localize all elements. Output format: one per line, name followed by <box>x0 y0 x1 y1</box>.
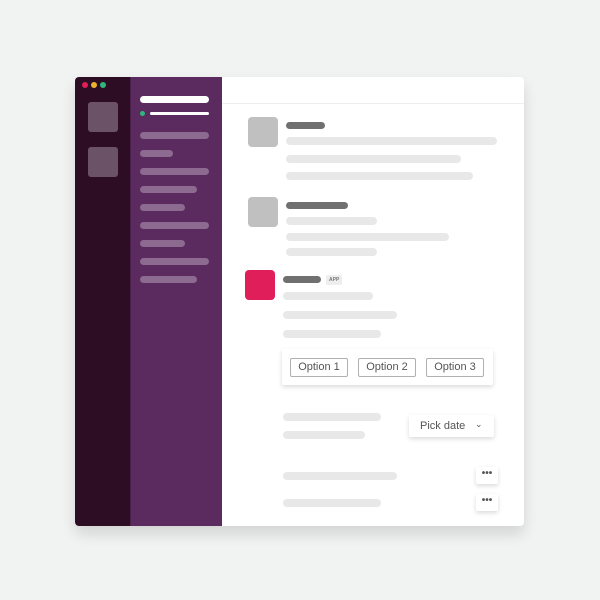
app-badge: APP <box>326 275 343 285</box>
workspace-rail <box>75 77 130 526</box>
more-actions-button[interactable]: ••• <box>476 494 498 511</box>
minimize-button[interactable] <box>91 82 97 88</box>
sidebar-item[interactable] <box>140 240 185 247</box>
option-3-button[interactable]: Option 3 <box>426 358 484 377</box>
sidebar-item[interactable] <box>140 186 197 193</box>
message-line <box>283 472 397 480</box>
message-line <box>286 155 461 163</box>
header-divider <box>222 103 524 104</box>
sidebar-item[interactable] <box>140 132 209 139</box>
message-line <box>283 413 381 421</box>
options-block: Option 1 Option 2 Option 3 <box>282 349 493 385</box>
message-line <box>286 248 377 256</box>
option-1-button[interactable]: Option 1 <box>290 358 348 377</box>
sidebar-item[interactable] <box>140 168 209 175</box>
sidebar-item[interactable] <box>140 222 209 229</box>
message-line <box>286 172 473 180</box>
workspace-icon[interactable] <box>88 102 118 132</box>
chevron-down-icon: ⌄ <box>475 419 483 429</box>
workspace-icon[interactable] <box>88 147 118 177</box>
sidebar-item[interactable] <box>140 258 209 265</box>
sidebar-item[interactable] <box>140 150 173 157</box>
message-line <box>283 499 381 507</box>
app-avatar[interactable] <box>245 270 275 300</box>
message-line <box>286 137 497 145</box>
message-line <box>283 311 397 319</box>
user-name <box>150 112 209 115</box>
pick-date-label: Pick date <box>420 420 466 432</box>
message-line <box>283 292 373 300</box>
sidebar-item[interactable] <box>140 204 185 211</box>
avatar[interactable] <box>248 117 278 147</box>
sidebar-item[interactable] <box>140 276 197 283</box>
app-name[interactable] <box>283 276 321 283</box>
maximize-button[interactable] <box>100 82 106 88</box>
sender-name[interactable] <box>286 202 348 209</box>
close-button[interactable] <box>82 82 88 88</box>
message-line <box>283 330 381 338</box>
channel-sidebar <box>130 77 222 526</box>
sender-name[interactable] <box>286 122 325 129</box>
message-line <box>286 217 377 225</box>
message-line <box>286 233 449 241</box>
more-actions-button[interactable]: ••• <box>476 467 498 484</box>
avatar[interactable] <box>248 197 278 227</box>
status-dot-icon <box>140 111 145 116</box>
option-2-button[interactable]: Option 2 <box>358 358 416 377</box>
workspace-name[interactable] <box>140 96 209 103</box>
pick-date-dropdown[interactable]: Pick date ⌄ <box>409 415 494 437</box>
message-line <box>283 431 365 439</box>
